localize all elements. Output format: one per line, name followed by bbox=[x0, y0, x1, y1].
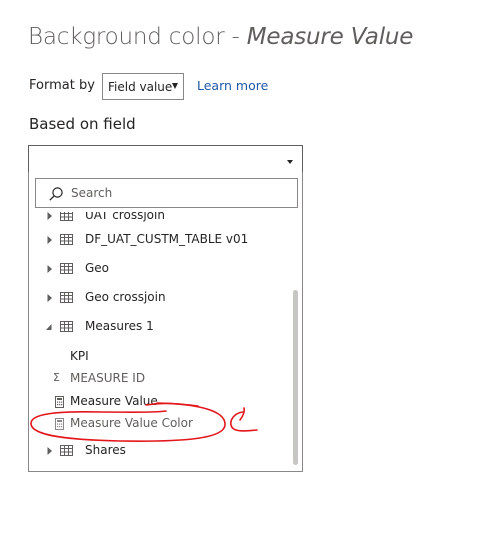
field-item-label: KPI bbox=[70, 349, 89, 363]
table-icon bbox=[60, 292, 73, 303]
expand-arrow-icon bbox=[47, 294, 52, 302]
calculator-icon bbox=[55, 418, 64, 430]
field-search-box[interactable] bbox=[35, 178, 298, 208]
field-item-label: MEASURE ID bbox=[70, 371, 146, 385]
based-on-field-dropdown[interactable] bbox=[28, 145, 303, 173]
learn-more-link[interactable]: Learn more bbox=[197, 78, 268, 93]
caret-down-icon bbox=[287, 160, 293, 164]
based-on-field-label: Based on field bbox=[29, 115, 136, 133]
expand-arrow-icon bbox=[47, 447, 52, 455]
table-icon bbox=[60, 234, 73, 245]
field-item-kpi[interactable]: KPI bbox=[29, 346, 291, 368]
field-item-measure-id[interactable]: Σ MEASURE ID bbox=[29, 368, 291, 390]
format-by-select[interactable]: Field value bbox=[102, 73, 184, 100]
field-item-label: Measures 1 bbox=[85, 319, 154, 333]
field-list-scrollbar-thumb[interactable] bbox=[293, 290, 298, 465]
calculator-icon bbox=[55, 396, 64, 408]
title-prefix: Background color - bbox=[28, 24, 247, 50]
collapse-arrow-icon bbox=[46, 324, 52, 330]
field-item-geo[interactable]: Geo bbox=[29, 258, 291, 280]
title-field-name: Measure Value bbox=[246, 24, 414, 50]
format-by-selected-value: Field value bbox=[108, 80, 173, 94]
expand-arrow-icon bbox=[47, 212, 52, 220]
field-item-label: Shares bbox=[85, 443, 126, 457]
field-item-label: Geo crossjoin bbox=[85, 290, 166, 304]
field-item-label: UAT crossjoin bbox=[85, 212, 165, 222]
field-item-uat-crossjoin[interactable]: UAT crossjoin bbox=[29, 212, 291, 227]
field-item-df-uat-custm-table[interactable]: DF_UAT_CUSTM_TABLE v01 bbox=[29, 229, 291, 251]
table-icon bbox=[60, 212, 73, 221]
table-icon bbox=[60, 445, 73, 456]
field-item-measure-value[interactable]: Measure Value bbox=[29, 391, 291, 413]
field-item-measure-value-color[interactable]: Measure Value Color bbox=[29, 413, 291, 435]
expand-arrow-icon bbox=[47, 265, 52, 273]
expand-arrow-icon bbox=[47, 236, 52, 244]
format-by-label: Format by bbox=[29, 78, 95, 93]
table-icon bbox=[60, 321, 73, 332]
field-item-label: Measure Value bbox=[70, 394, 158, 408]
field-item-measures-1[interactable]: Measures 1 bbox=[29, 316, 291, 338]
field-picker-panel: UAT crossjoin DF_UAT_CUSTM_TABLE v01 Geo… bbox=[28, 172, 303, 472]
sigma-icon: Σ bbox=[53, 371, 60, 384]
search-icon bbox=[49, 187, 63, 201]
field-item-label: Measure Value Color bbox=[70, 416, 193, 430]
field-list: UAT crossjoin DF_UAT_CUSTM_TABLE v01 Geo… bbox=[29, 212, 291, 470]
caret-down-icon bbox=[172, 83, 178, 89]
field-item-label: Geo bbox=[85, 261, 110, 275]
field-item-label: DF_UAT_CUSTM_TABLE v01 bbox=[85, 232, 249, 246]
table-icon bbox=[60, 263, 73, 274]
search-input[interactable] bbox=[71, 184, 291, 202]
dialog-title: Background color - Measure Value bbox=[28, 24, 413, 50]
field-item-shares[interactable]: Shares bbox=[29, 440, 291, 462]
field-item-geo-crossjoin[interactable]: Geo crossjoin bbox=[29, 287, 291, 309]
